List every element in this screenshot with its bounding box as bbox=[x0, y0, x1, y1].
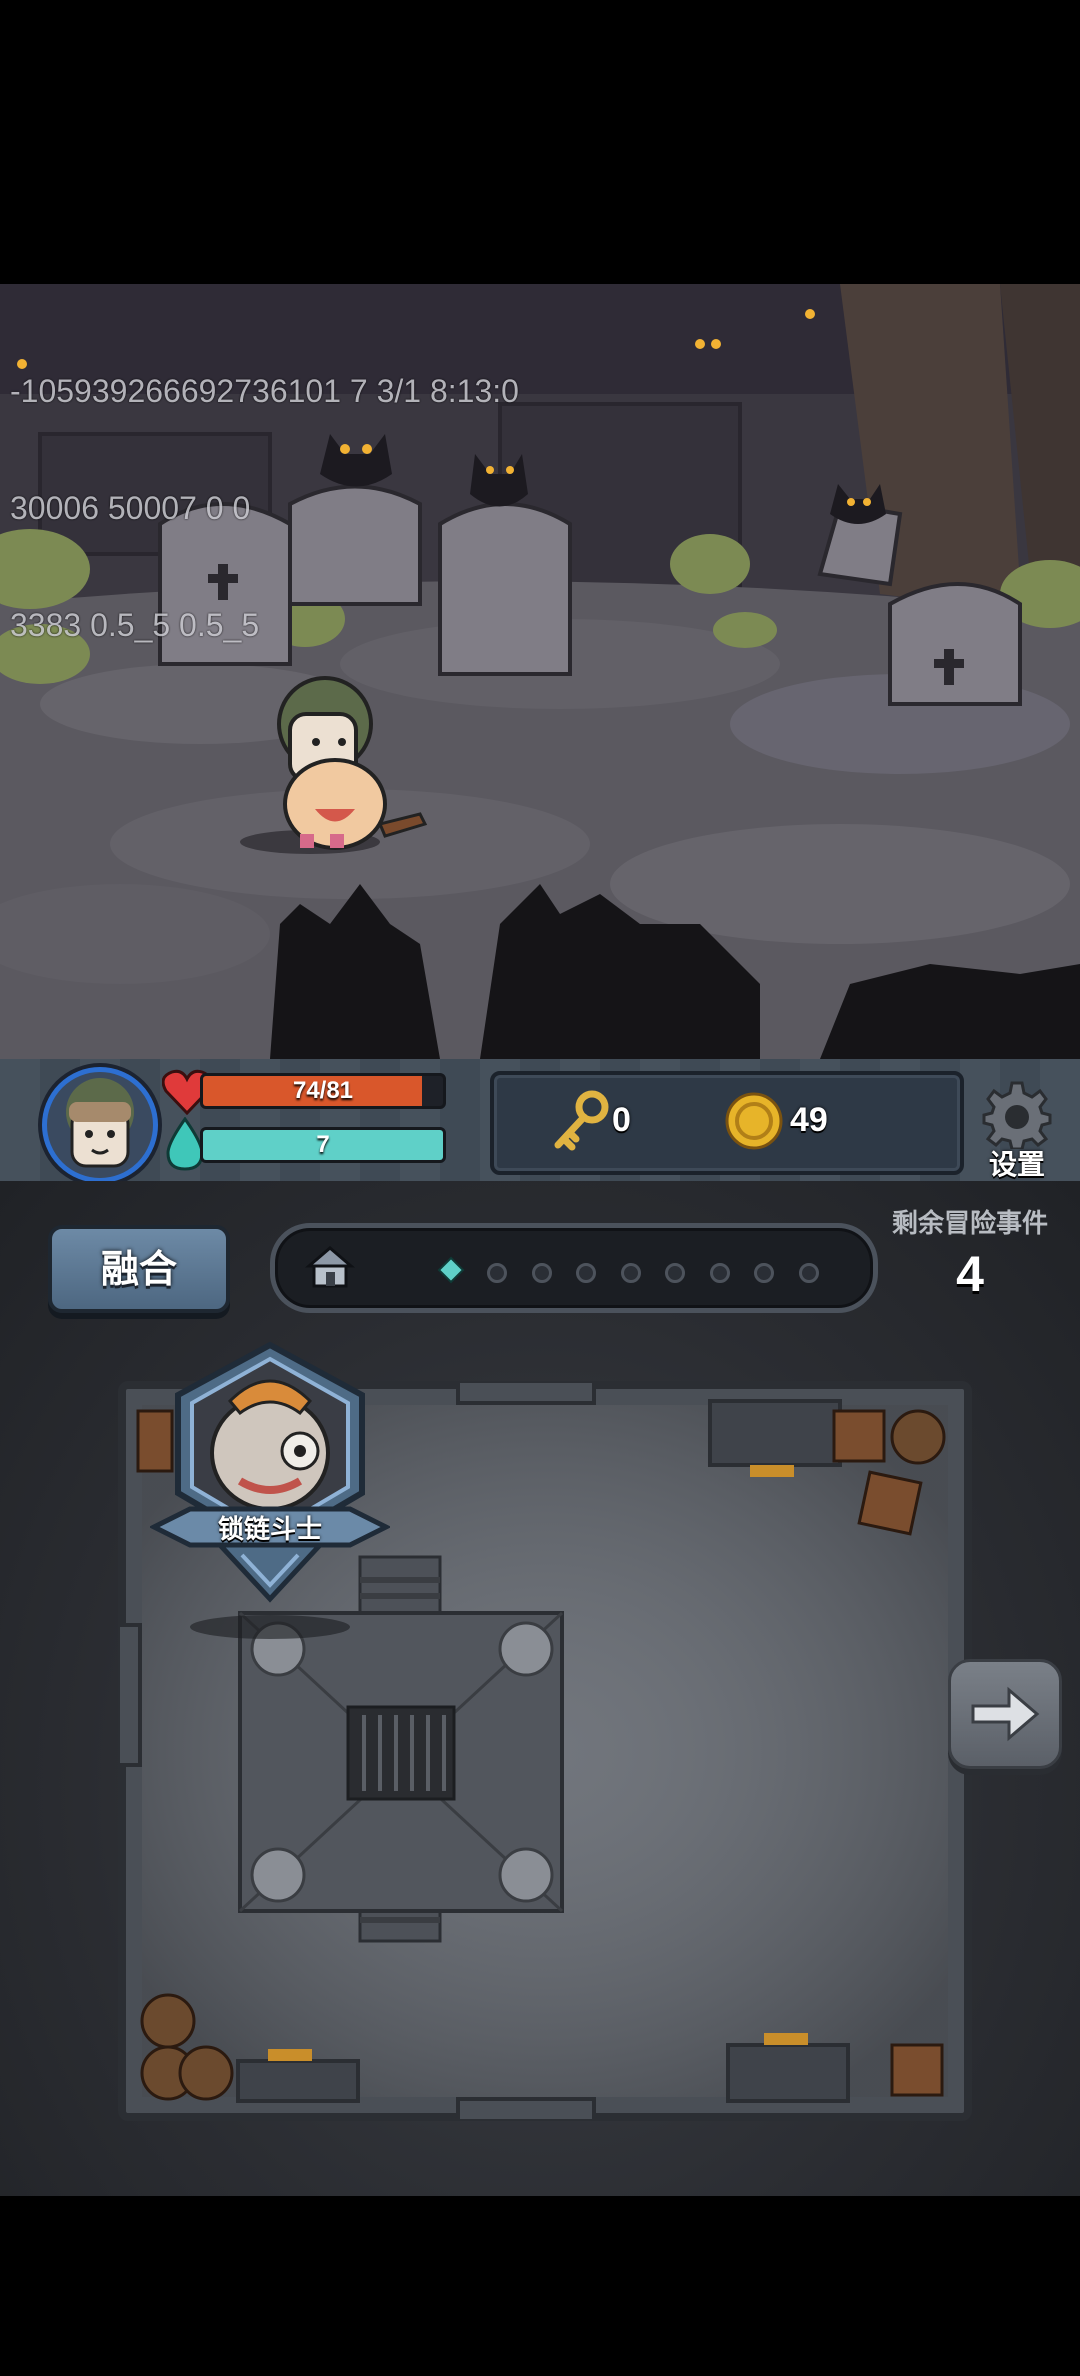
gold-count: 49 bbox=[790, 1101, 828, 1139]
house-icon bbox=[305, 1246, 355, 1288]
settings-label: 设置 bbox=[988, 1148, 1045, 1181]
debug-line-1: -105939266692736101 7 3/1 8:13:0 bbox=[10, 373, 519, 409]
key-count: 0 bbox=[612, 1101, 631, 1139]
battle-scene: -105939266692736101 7 3/1 8:13:0 30006 5… bbox=[0, 284, 1080, 1059]
gold-coin-icon bbox=[725, 1092, 783, 1150]
progress-step-dot bbox=[754, 1263, 774, 1283]
hero-portrait-frame bbox=[148, 1341, 392, 1639]
hp-text: 74/81 bbox=[292, 1077, 354, 1104]
debug-line-2: 30006 50007 0 0 bbox=[10, 490, 251, 526]
dungeon-map-panel: 融合 剩余冒险事件 4 锁链斗士 bbox=[0, 1181, 1080, 2196]
progress-step-dot bbox=[665, 1263, 685, 1283]
status-hud: 74/81 7 0 49 设置 bbox=[0, 1059, 1080, 1185]
debug-line-3: 3383 0.5_5 0.5_5 bbox=[10, 607, 260, 643]
player-avatar[interactable] bbox=[42, 1067, 158, 1183]
key-icon bbox=[554, 1090, 609, 1151]
progress-step-dot bbox=[487, 1263, 507, 1283]
remaining-events-label: 剩余冒险事件 bbox=[891, 1209, 1048, 1239]
mana-text: 7 bbox=[316, 1131, 330, 1158]
progress-step-dot bbox=[576, 1263, 596, 1283]
remaining-events-count: 4 bbox=[956, 1246, 984, 1302]
merge-button[interactable]: 融合 bbox=[48, 1225, 230, 1313]
mana-bar: 7 bbox=[200, 1127, 446, 1163]
debug-overlay: -105939266692736101 7 3/1 8:13:0 30006 5… bbox=[10, 294, 519, 723]
next-room-button[interactable] bbox=[948, 1659, 1062, 1769]
hp-bar: 74/81 bbox=[200, 1073, 446, 1109]
progress-step-dot bbox=[709, 1263, 730, 1283]
progress-step-dot bbox=[620, 1263, 641, 1283]
arrow-right-icon bbox=[971, 1686, 1040, 1742]
progress-step-dot bbox=[531, 1263, 552, 1283]
current-position-diamond-icon bbox=[437, 1256, 465, 1284]
settings-button[interactable]: 设置 bbox=[972, 1079, 1062, 1181]
gear-icon bbox=[982, 1081, 1052, 1149]
adventure-progress-track bbox=[270, 1223, 878, 1313]
hero-name: 锁链斗士 bbox=[217, 1515, 322, 1545]
hero-card-chain-fighter[interactable]: 锁链斗士 bbox=[148, 1341, 392, 1641]
progress-step-dot bbox=[798, 1263, 819, 1283]
resource-panel: 0 49 bbox=[490, 1071, 964, 1175]
